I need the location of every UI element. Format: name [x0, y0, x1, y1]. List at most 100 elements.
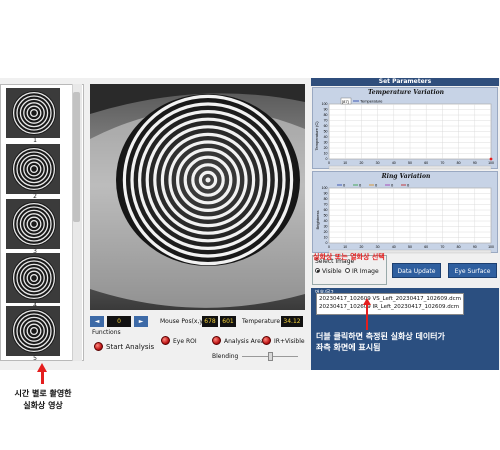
thumbnail-image[interactable]: [6, 144, 60, 194]
double-click-annotation: 더블 클릭하면 측정된 실화상 데이터가 좌측 화면에 표시됨: [316, 331, 499, 353]
temperature-chart-x-tick: 40: [392, 161, 396, 165]
ring-chart-y-tick: 80: [324, 197, 328, 201]
time-line-1: 시간 별로 촬영한: [14, 389, 72, 398]
ring-legend-item: 0: [391, 183, 394, 188]
ring-chart-y-tick: 10: [324, 236, 328, 240]
mouse-pos-label: Mouse Pos(x,y): [160, 318, 206, 325]
thumbnail-image[interactable]: [6, 306, 60, 356]
thumbnail-ring-image: [7, 200, 59, 248]
temperature-chart-x-tick: 80: [457, 161, 461, 165]
start-analysis-button[interactable]: [94, 342, 103, 351]
ring-chart-x-tick: 100: [488, 245, 494, 249]
ring-chart-x-tick: 0: [328, 245, 330, 249]
ring-chart-x-tick: 60: [424, 245, 428, 249]
temperature-chart: Temperature Variation 0 10 20 30 40 50 60 70 80 9…: [312, 87, 498, 170]
ring-chart-y-tick: 0: [326, 241, 328, 245]
thumbnail-ring-image: [7, 145, 59, 193]
start-analysis-label: Start Analysis: [106, 343, 155, 351]
thumbnail-number: 5: [33, 355, 37, 362]
analysis-area-label: Analysis Area: [224, 338, 265, 345]
ring-chart-x-tick: 70: [440, 245, 444, 249]
temperature-chart-y-tick: 60: [324, 124, 328, 128]
ring-chart-y-tick: 90: [324, 192, 328, 196]
temperature-chart-x-tick: 20: [359, 161, 363, 165]
temperature-label: Temperature: [242, 318, 281, 325]
next-frame-button[interactable]: ►: [134, 316, 148, 327]
ring-chart-x-tick: 90: [473, 245, 477, 249]
blending-label: Blending: [212, 353, 239, 360]
double-click-line-2: 좌측 화면에 표시됨: [316, 343, 381, 352]
temperature-chart-y-tick: 50: [324, 130, 328, 134]
panel-title: Set Parameters: [311, 78, 499, 86]
thumbnail-image[interactable]: [6, 88, 60, 138]
annotation-arrow-head: [363, 298, 371, 305]
visible-radio[interactable]: [315, 268, 320, 273]
temp-ylabel: Temperature (C): [314, 121, 319, 151]
temperature-chart-y-tick: 80: [324, 113, 328, 117]
temperature-chart-y-tick: 40: [324, 135, 328, 139]
ir-image-radio[interactable]: [345, 268, 350, 273]
temperature-value: 34.12: [281, 316, 303, 327]
prev-frame-button[interactable]: ◄: [90, 316, 104, 327]
temperature-chart-x-tick: 0: [328, 161, 330, 165]
temperature-chart-y-tick: 10: [324, 152, 328, 156]
mouse-y-value: 601: [220, 316, 236, 327]
ring-chart-y-tick: 70: [324, 203, 328, 207]
temperature-chart-x-tick: 60: [424, 161, 428, 165]
file-list-item[interactable]: 20230417_102609 VS_Left_20230417_102609.…: [319, 296, 461, 302]
ring-chart-y-tick: 40: [324, 219, 328, 223]
analysis-area-button[interactable]: [212, 336, 221, 345]
data-update-button[interactable]: Data Update: [392, 263, 441, 278]
file-list[interactable]: 20230417_102609 VS_Left_20230417_102609.…: [316, 293, 464, 315]
ring-chart-y-tick: 100: [322, 186, 328, 190]
temperature-chart-y-tick: 20: [324, 146, 328, 150]
placido-ring-image: [90, 84, 305, 310]
thumbnail-image[interactable]: [6, 253, 60, 303]
temperature-chart-y-tick: 30: [324, 141, 328, 145]
main-eye-image[interactable]: [90, 84, 305, 310]
frame-number-field[interactable]: 0: [107, 316, 131, 327]
ring-chart-x-tick: 20: [359, 245, 363, 249]
temperature-chart-x-tick: 10: [343, 161, 347, 165]
annotation-arrow-line: [366, 304, 368, 330]
temperature-chart-x-tick: 50: [408, 161, 412, 165]
ring-chart-y-tick: 50: [324, 214, 328, 218]
temperature-chart-x-tick: 100: [488, 161, 494, 165]
temperature-chart-y-tick: 70: [324, 119, 328, 123]
temperature-chart-y-tick: 90: [324, 108, 328, 112]
ring-chart-x-tick: 40: [392, 245, 396, 249]
ring-chart-svg: 0 10 20 30 40 50 60 70 80 90 100010203040506070809…: [315, 183, 494, 254]
eye-roi-button[interactable]: [161, 336, 170, 345]
ring-chart-y-tick: 30: [324, 225, 328, 229]
ring-legend-item: 0: [375, 183, 378, 188]
file-list-item[interactable]: 20230417_102609 IR_Left_20230417_102609.…: [319, 304, 459, 310]
ring-legend-item: 0: [343, 183, 346, 188]
ir-image-radio-label: IR Image: [352, 268, 379, 275]
time-line-2: 실화상 영상: [23, 401, 63, 410]
thumbnail-image[interactable]: [6, 199, 60, 249]
eye-surface-button[interactable]: Eye Surface: [448, 263, 497, 278]
temperature-chart-point: [489, 157, 493, 161]
select-hint-annotation: 실화상 또는 열화상 선택: [313, 253, 385, 261]
temperature-chart-x-tick: 30: [376, 161, 380, 165]
functions-label: Functions: [92, 329, 121, 336]
thumbnail-ring-image: [7, 254, 59, 302]
ring-chart-y-tick: 20: [324, 230, 328, 234]
blending-slider-knob[interactable]: [268, 352, 273, 361]
ir-visible-button[interactable]: [262, 336, 271, 345]
time-annotation: 시간 별로 촬영한 실화상 영상: [0, 388, 86, 412]
temperature-chart-x-tick: 70: [440, 161, 444, 165]
ring-chart-x-tick: 10: [343, 245, 347, 249]
ring-chart-x-tick: 50: [408, 245, 412, 249]
mouse-x-value: 678: [202, 316, 218, 327]
ring-chart: Ring Variation 0 10 20 30 40 50 60 70 80 90 100 0 10…: [312, 171, 498, 254]
ring-chart-x-tick: 80: [457, 245, 461, 249]
ir-visible-label: IR+Visible: [274, 338, 305, 345]
thumbnail-ring-image: [7, 89, 59, 137]
temperature-chart-y-tick: 100: [322, 102, 328, 106]
scrollbar-thumb[interactable]: [73, 92, 80, 222]
eye-roi-label: Eye ROI: [173, 338, 197, 345]
visible-radio-label: Visible: [322, 268, 342, 275]
temperature-chart-y-tick: 0: [326, 157, 328, 161]
ring-chart-x-tick: 30: [376, 245, 380, 249]
